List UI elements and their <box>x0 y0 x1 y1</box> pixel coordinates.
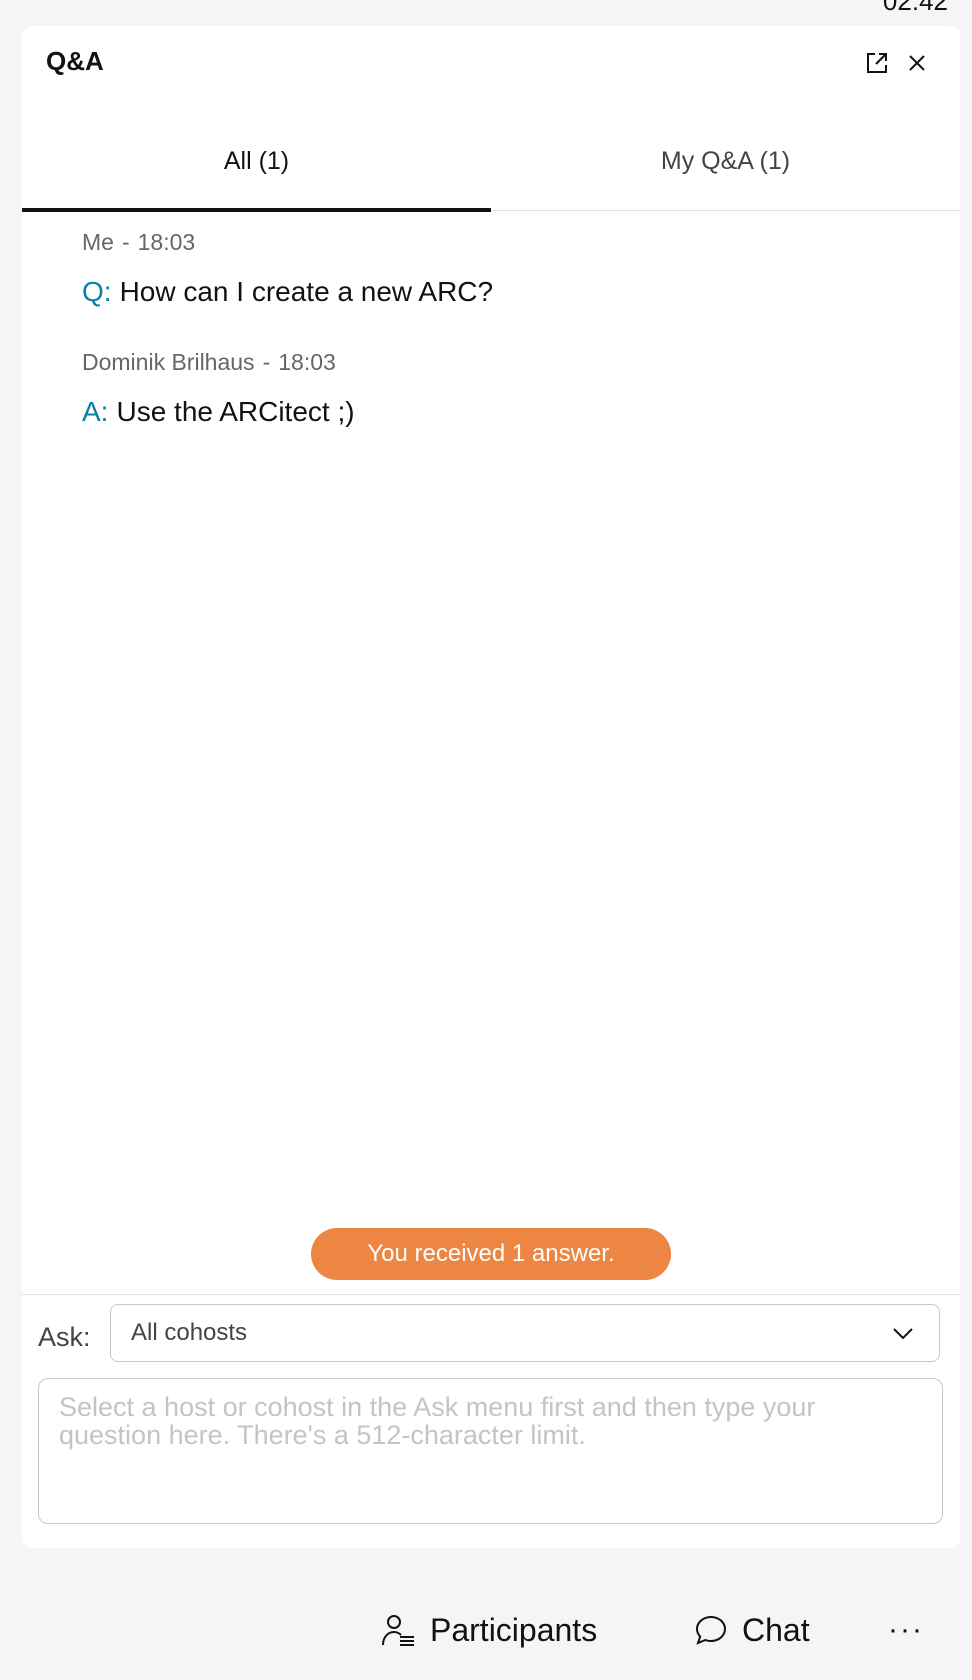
popout-button[interactable] <box>860 48 894 82</box>
answer-prefix: A: <box>82 396 109 427</box>
meta-separator: - <box>121 229 130 255</box>
close-icon <box>907 53 927 78</box>
question-prefix: Q: <box>82 276 112 307</box>
tab-all-label: All (1) <box>223 146 290 175</box>
tab-all[interactable]: All (1) <box>22 112 491 210</box>
popout-icon <box>865 51 889 80</box>
chat-bubble-icon <box>692 1611 730 1649</box>
qa-answer-item: Dominik Brilhaus -18:03 A: Use the ARCitec… <box>82 346 940 432</box>
ask-recipient-select[interactable]: All cohosts <box>110 1304 940 1362</box>
ask-label: Ask: <box>38 1322 91 1352</box>
close-button[interactable] <box>900 48 934 82</box>
answer-line: A: Use the ARCitect ;) <box>82 392 940 432</box>
meta-separator: - <box>262 349 271 375</box>
tab-my-qa[interactable]: My Q&A (1) <box>491 112 960 210</box>
panel-header: Q&A <box>22 26 960 112</box>
qa-question-item: Me -18:03 Q: How can I create a new ARC? <box>82 226 940 312</box>
answer-text: Use the ARCitect ;) <box>116 396 355 427</box>
panel-title: Q&A <box>46 46 104 76</box>
message-author: Dominik Brilhaus <box>82 349 255 375</box>
toast-text: You received 1 answer. <box>367 1240 615 1267</box>
question-text: How can I create a new ARC? <box>119 276 494 307</box>
divider <box>22 1294 960 1295</box>
more-options-button[interactable]: ··· <box>888 1600 924 1660</box>
answer-notification-toast[interactable]: You received 1 answer. <box>311 1228 671 1280</box>
ask-selected-value: All cohosts <box>131 1319 248 1346</box>
qa-tabs: All (1) My Q&A (1) <box>22 112 960 212</box>
more-icon: ··· <box>888 1613 924 1646</box>
qa-message-list: Me -18:03 Q: How can I create a new ARC? D… <box>82 226 940 466</box>
active-tab-indicator <box>22 208 491 212</box>
tab-my-qa-label: My Q&A (1) <box>660 146 791 175</box>
message-time: 18:03 <box>137 229 196 255</box>
qa-panel: Q&A All (1) My Q&A (1) Me - 18:03 Q: How… <box>22 26 960 1548</box>
message-author: Me <box>82 229 114 255</box>
message-meta: Me -18:03 <box>82 226 940 258</box>
message-meta: Dominik Brilhaus -18:03 <box>82 346 940 378</box>
participants-label: Participants <box>430 1611 598 1648</box>
participants-icon <box>380 1611 418 1649</box>
chat-button[interactable]: Chat <box>692 1600 810 1660</box>
question-input[interactable] <box>38 1378 943 1524</box>
chat-label: Chat <box>742 1611 810 1648</box>
chevron-down-icon <box>891 1321 915 1352</box>
participants-button[interactable]: Participants <box>380 1600 597 1660</box>
status-time: 02:42 <box>882 0 948 16</box>
question-line: Q: How can I create a new ARC? <box>82 272 940 312</box>
bottom-toolbar: Participants Chat ··· <box>0 1600 972 1660</box>
message-time: 18:03 <box>278 349 336 375</box>
